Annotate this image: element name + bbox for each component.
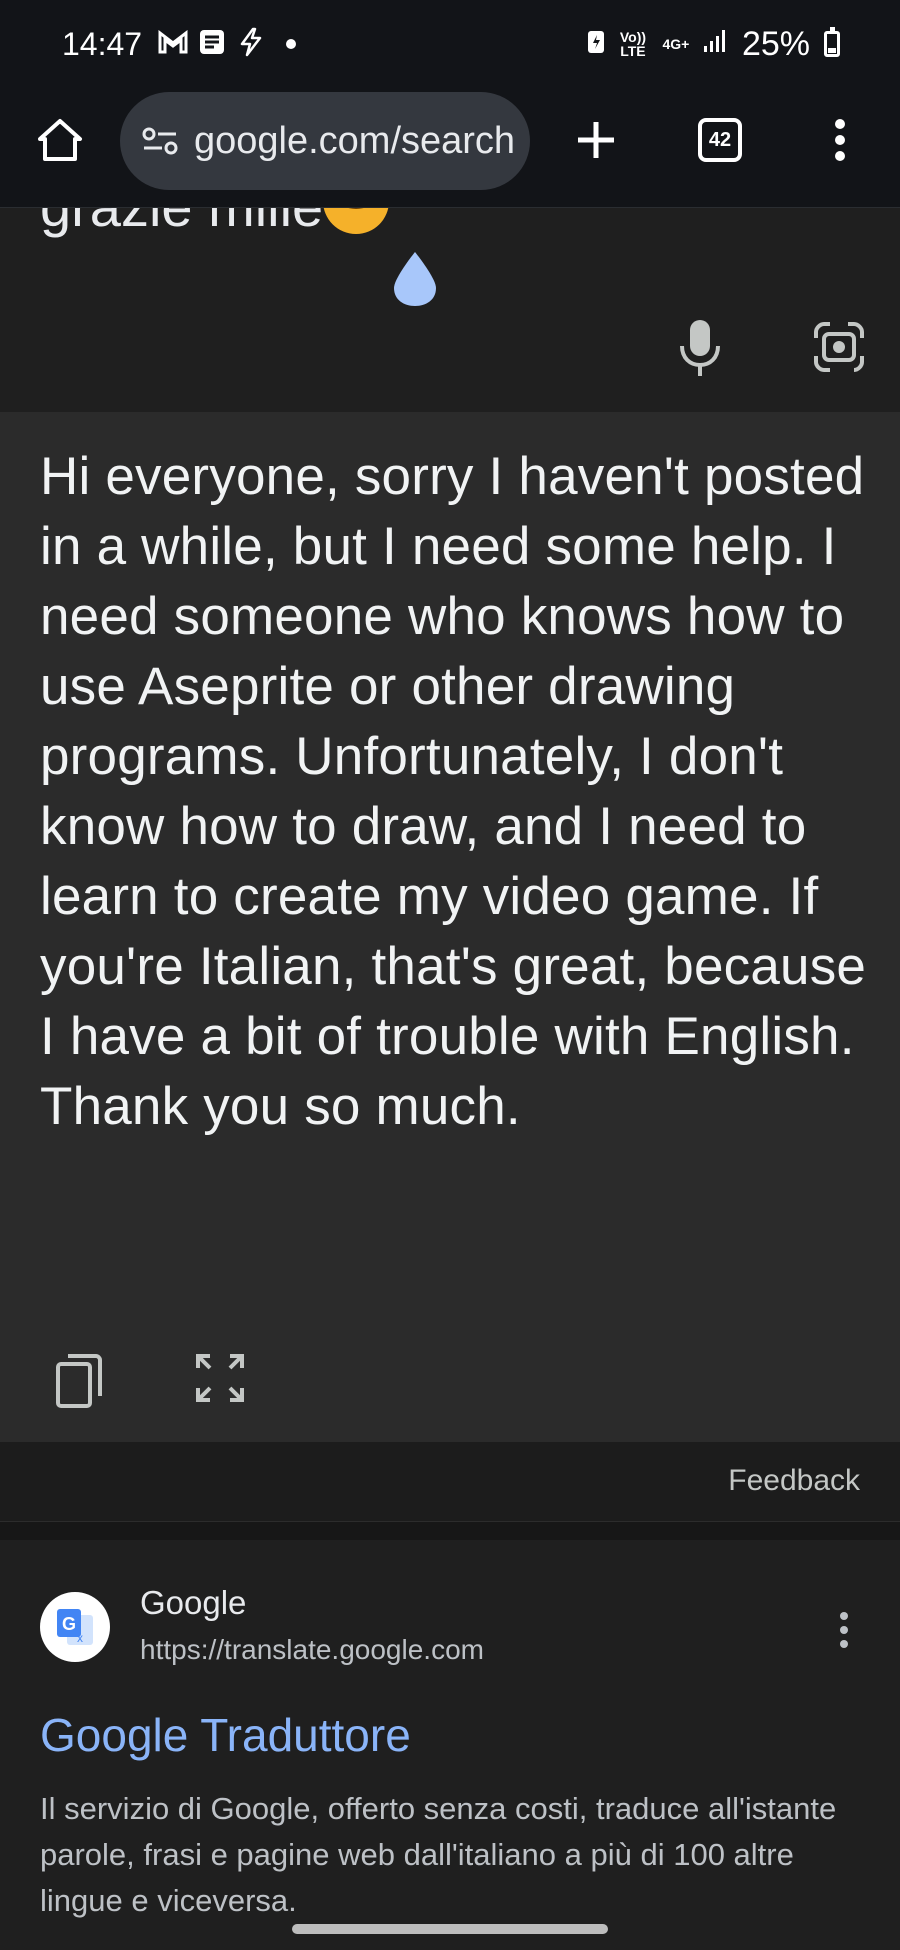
home-icon xyxy=(38,119,82,161)
feedback-row: Feedback xyxy=(0,1442,900,1522)
gesture-home-indicator[interactable] xyxy=(292,1924,608,1934)
url-text: google.com/search xyxy=(194,119,516,162)
source-text-value: grazie mille xyxy=(40,208,323,238)
source-text[interactable]: grazie mille xyxy=(40,208,390,239)
address-bar[interactable]: google.com/search xyxy=(120,92,530,190)
signal-icon xyxy=(702,28,728,60)
new-tab-button[interactable] xyxy=(566,110,626,170)
fullscreen-icon[interactable] xyxy=(194,1352,246,1404)
status-time: 14:47 xyxy=(62,25,143,62)
volte-label: Vo)) LTE xyxy=(619,29,647,59)
battery-icon xyxy=(824,27,840,57)
result-snippet: Il servizio di Google, offerto senza cos… xyxy=(40,1791,837,1918)
site-settings-icon xyxy=(142,127,178,155)
mic-icon[interactable] xyxy=(672,318,728,380)
site-favicon: G x xyxy=(40,1592,110,1662)
news-icon xyxy=(198,28,226,61)
browser-toolbar: google.com/search 42 xyxy=(0,88,900,208)
lens-icon[interactable] xyxy=(812,320,866,374)
google-translate-icon: G x xyxy=(57,1609,93,1645)
more-icon xyxy=(835,119,845,161)
copy-icon[interactable] xyxy=(54,1352,104,1410)
result-site-url: https://translate.google.com xyxy=(140,1634,484,1665)
translation-output-card: Hi everyone, sorry I haven't posted in a… xyxy=(0,412,900,1442)
svg-text:x: x xyxy=(77,1631,83,1645)
source-input-area[interactable]: grazie mille xyxy=(0,208,900,412)
svg-text:G: G xyxy=(62,1614,76,1634)
feedback-link[interactable]: Feedback xyxy=(728,1464,860,1498)
network-type: 4G+ xyxy=(662,36,690,52)
bolt-icon xyxy=(236,27,266,62)
result-site-name: Google xyxy=(140,1584,247,1621)
status-bar: 14:47 Vo)) LTE 4G+ 25% xyxy=(0,0,900,88)
search-result[interactable]: G x Google https://translate.google.com … xyxy=(0,1540,900,1950)
notification-dot xyxy=(286,39,297,49)
battery-saver-icon xyxy=(586,27,606,61)
gmail-icon xyxy=(158,29,188,59)
result-title-link[interactable]: Google Traduttore xyxy=(40,1708,411,1762)
home-button[interactable] xyxy=(30,110,90,170)
result-more-icon[interactable] xyxy=(832,1610,856,1650)
translation-output-text: Hi everyone, sorry I haven't posted in a… xyxy=(40,447,867,1136)
screen: 14:47 Vo)) LTE 4G+ 25% google.com/search… xyxy=(0,0,900,1950)
status-left: 14:47 xyxy=(62,26,586,63)
battery-percent: 25% xyxy=(741,24,810,63)
plus-icon xyxy=(578,122,614,158)
more-menu-button[interactable] xyxy=(820,110,860,170)
smiley-emoji xyxy=(323,208,390,234)
section-separator xyxy=(0,1522,900,1540)
text-cursor-handle[interactable] xyxy=(390,250,440,308)
tab-switcher-button[interactable]: 42 xyxy=(690,110,750,170)
tab-switcher-icon: 42 xyxy=(698,118,742,162)
status-right: Vo)) LTE 4G+ 25% xyxy=(586,25,840,64)
